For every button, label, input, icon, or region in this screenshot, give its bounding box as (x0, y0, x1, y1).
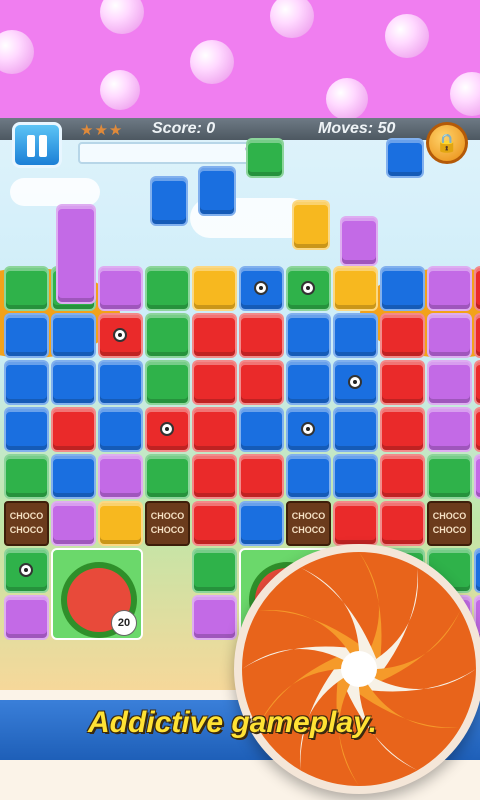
jelly-tile[interactable] (286, 313, 331, 358)
jelly-tile[interactable] (239, 360, 284, 405)
jelly-tile[interactable] (98, 501, 143, 546)
falling-tile[interactable] (150, 176, 188, 226)
jelly-tile[interactable] (4, 313, 49, 358)
moves-label: Moves: 50 (318, 120, 396, 137)
jelly-tile[interactable] (333, 407, 378, 452)
bubble-decoration (270, 0, 314, 38)
jelly-tile[interactable] (427, 266, 472, 311)
jelly-tile[interactable] (474, 360, 480, 405)
swirl-candy-icon (234, 544, 480, 794)
caption-text: Addictive gameplay. (88, 706, 377, 739)
bubble-decoration (0, 30, 34, 74)
chocolate-block[interactable]: CHOCO CHOCO (427, 501, 472, 546)
chocolate-block[interactable]: CHOCO CHOCO (4, 501, 49, 546)
jelly-tile[interactable] (145, 454, 190, 499)
bubble-decoration (100, 70, 140, 110)
watermelon-icon[interactable]: 20 (51, 548, 143, 640)
jelly-tile[interactable] (192, 313, 237, 358)
star-rating: ★★★ (80, 122, 124, 139)
jelly-tile[interactable] (192, 360, 237, 405)
jelly-tile[interactable] (4, 454, 49, 499)
jelly-tile[interactable] (474, 454, 480, 499)
jelly-tile[interactable] (427, 407, 472, 452)
jelly-tile[interactable] (333, 313, 378, 358)
jelly-tile[interactable] (333, 454, 378, 499)
jelly-tile[interactable] (333, 266, 378, 311)
jelly-tile[interactable] (98, 360, 143, 405)
background-cloud (10, 178, 100, 206)
jelly-tile[interactable] (380, 360, 425, 405)
jelly-tile[interactable] (427, 360, 472, 405)
jelly-tile[interactable] (380, 266, 425, 311)
chocolate-block[interactable]: CHOCO CHOCO (286, 501, 331, 546)
jelly-tile[interactable] (380, 407, 425, 452)
jelly-tile[interactable] (333, 501, 378, 546)
falling-tile[interactable] (292, 200, 330, 250)
jelly-tile[interactable] (4, 407, 49, 452)
jelly-tile[interactable] (239, 407, 284, 452)
falling-tile[interactable] (340, 216, 378, 266)
jelly-tile[interactable] (51, 501, 96, 546)
jelly-tile[interactable] (145, 313, 190, 358)
jelly-tile[interactable] (239, 501, 284, 546)
promo-banner (0, 0, 480, 118)
jelly-tile[interactable] (4, 595, 49, 640)
pause-button[interactable] (12, 122, 62, 168)
bubble-decoration (100, 0, 144, 34)
jelly-tile[interactable] (474, 266, 480, 311)
eye-icon (301, 422, 315, 436)
score-label: Score: 0 (152, 120, 216, 137)
jelly-tile[interactable] (192, 454, 237, 499)
falling-tile[interactable] (386, 138, 424, 178)
jelly-tile[interactable] (51, 407, 96, 452)
bubble-decoration (326, 78, 368, 118)
lock-icon: 🔒 (435, 133, 459, 153)
eye-icon (113, 328, 127, 342)
jelly-tile[interactable] (98, 407, 143, 452)
jelly-tile[interactable] (192, 266, 237, 311)
hud-bar: ★★★ Score: 0 Moves: 50 (0, 118, 480, 140)
melon-count-badge: 20 (111, 610, 137, 636)
jelly-tile[interactable] (98, 266, 143, 311)
bubble-decoration (385, 14, 429, 58)
lock-button[interactable]: 🔒 (426, 122, 468, 164)
jelly-tile[interactable] (51, 454, 96, 499)
jelly-tile[interactable] (192, 548, 237, 593)
jelly-tile[interactable] (380, 501, 425, 546)
jelly-tile[interactable] (192, 501, 237, 546)
eye-icon (160, 422, 174, 436)
eye-icon (348, 375, 362, 389)
jelly-tile[interactable] (145, 266, 190, 311)
falling-tile[interactable] (56, 204, 96, 304)
jelly-tile[interactable] (427, 313, 472, 358)
jelly-tile[interactable] (427, 454, 472, 499)
jelly-tile[interactable] (192, 595, 237, 640)
jelly-tile[interactable] (380, 313, 425, 358)
jelly-tile[interactable] (474, 313, 480, 358)
jelly-tile[interactable] (51, 360, 96, 405)
jelly-tile[interactable] (145, 360, 190, 405)
jelly-tile[interactable] (4, 360, 49, 405)
jelly-tile[interactable] (239, 313, 284, 358)
falling-tile[interactable] (246, 138, 284, 178)
jelly-tile[interactable] (286, 454, 331, 499)
jelly-tile[interactable] (192, 407, 237, 452)
falling-tile[interactable] (198, 166, 236, 216)
jelly-tile[interactable] (380, 454, 425, 499)
jelly-tile[interactable] (474, 407, 480, 452)
bubble-decoration (190, 40, 234, 84)
eye-icon (19, 563, 33, 577)
jelly-tile[interactable] (286, 360, 331, 405)
chocolate-block[interactable]: CHOCO CHOCO (145, 501, 190, 546)
jelly-tile[interactable] (4, 266, 49, 311)
jelly-tile[interactable] (51, 313, 96, 358)
jelly-tile[interactable] (98, 454, 143, 499)
eye-icon (301, 281, 315, 295)
bubble-decoration (450, 72, 480, 116)
jelly-tile[interactable] (239, 454, 284, 499)
eye-icon (254, 281, 268, 295)
